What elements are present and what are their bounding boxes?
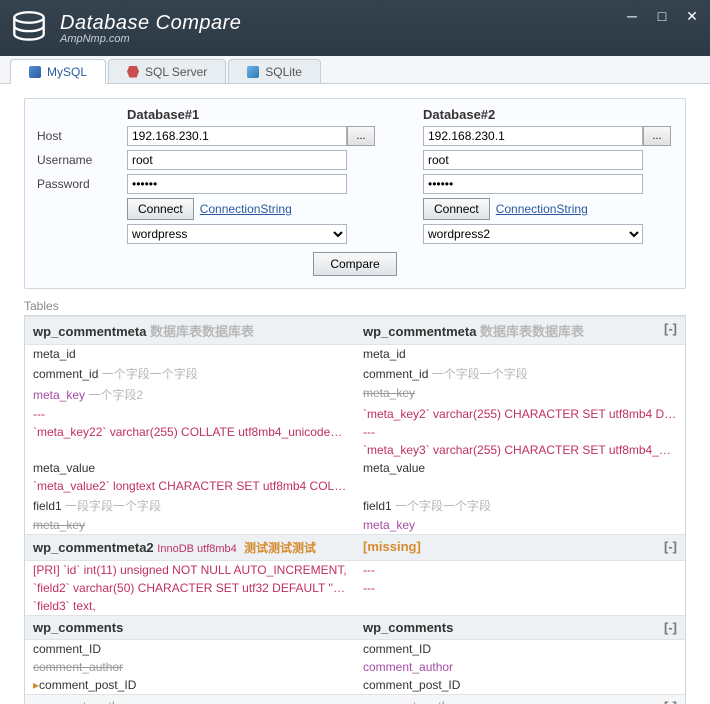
close-button[interactable]: ✕	[678, 6, 706, 26]
field-changed: meta_key	[33, 388, 85, 402]
collapse-toggle[interactable]: [-]	[664, 620, 677, 635]
db1-pass-input[interactable]	[127, 174, 347, 194]
password-label: Password	[37, 177, 127, 191]
table-row: wp_commentmeta 数据库表数据库表 wp_commentmeta 数…	[25, 316, 685, 345]
db1-host-input[interactable]	[127, 126, 347, 146]
app-title: Database Compare	[60, 12, 241, 35]
field: meta_id	[25, 345, 355, 363]
table-name: wp_commentmeta	[33, 324, 146, 339]
field: meta_value	[355, 459, 685, 477]
field-changed: meta_key	[355, 516, 685, 534]
table-comment: 数据库表数据库表	[150, 324, 254, 339]
tab-sqlserver[interactable]: SQL Server	[108, 59, 226, 83]
db1-host-browse[interactable]: ...	[347, 126, 375, 146]
table-comment: 数据库表数据库表	[480, 324, 584, 339]
field: comment_id	[363, 367, 428, 381]
db2-connect-button[interactable]: Connect	[423, 198, 490, 220]
db1-connect-button[interactable]: Connect	[127, 198, 194, 220]
tables-results: wp_commentmeta 数据库表数据库表 wp_commentmeta 数…	[24, 315, 686, 704]
username-label: Username	[37, 153, 127, 167]
collapse-toggle[interactable]: [-]	[664, 321, 677, 336]
compare-button[interactable]: Compare	[313, 252, 396, 276]
app-logo	[8, 7, 50, 49]
field: comment_post_ID	[39, 678, 136, 692]
db2-host-browse[interactable]: ...	[643, 126, 671, 146]
diff-sep: ---	[355, 579, 685, 597]
table-comment: 测试测试测试	[244, 541, 316, 555]
tables-section-label: Tables	[24, 299, 686, 313]
field: comment_ID	[25, 640, 355, 658]
field-comment: 一个字段一个字段	[102, 367, 198, 381]
collapse-toggle[interactable]: [-]	[664, 699, 677, 704]
db1-schema-select[interactable]: wordpress	[127, 224, 347, 244]
db2-host-input[interactable]	[423, 126, 643, 146]
db1-user-input[interactable]	[127, 150, 347, 170]
field: comment_id	[33, 367, 98, 381]
diff-line: `field2` varchar(50) CHARACTER SET utf32…	[25, 579, 355, 597]
db-type-tabs: MySQL SQL Server SQLite	[0, 56, 710, 84]
field: field1	[363, 499, 392, 513]
field-comment: 一段字段一个字段	[65, 499, 161, 513]
field: comment_ID	[355, 640, 685, 658]
table-row: wp_commentmeta2 InnoDB utf8mb4 测试测试测试 [m…	[25, 534, 685, 561]
db2-schema-select[interactable]: wordpress2	[423, 224, 643, 244]
connection-panel: Database#1 Database#2 Host ... ... Usern…	[24, 98, 686, 289]
diff-line: `meta_key2` varchar(255) CHARACTER SET u…	[355, 405, 685, 423]
table-name: wp_commentmeta2	[33, 540, 154, 555]
table-engine: InnoDB utf8mb4	[157, 543, 237, 555]
sqlite-icon	[247, 66, 259, 78]
db2-header: Database#2	[423, 107, 643, 122]
tab-sqlite-label: SQLite	[265, 65, 302, 79]
db1-connstr-link[interactable]: ConnectionString	[200, 202, 292, 216]
field-removed: comment_author	[25, 658, 355, 676]
tab-sqlserver-label: SQL Server	[145, 65, 207, 79]
field-comment: 一个字段一个字段	[395, 499, 491, 513]
table-missing: [missing]	[363, 539, 421, 554]
table-name: wp_comments	[25, 616, 355, 639]
field-comment: 一个字段一个字段	[432, 367, 528, 381]
field: meta_id	[355, 345, 685, 363]
table-name: wp_commentmeta	[363, 324, 476, 339]
diff-line: `meta_key3` varchar(255) CHARACTER SET u…	[355, 441, 685, 459]
db1-header: Database#1	[127, 107, 347, 122]
field-removed: meta_key	[25, 516, 355, 534]
main-content[interactable]: Database#1 Database#2 Host ... ... Usern…	[0, 84, 710, 704]
minimize-button[interactable]: ─	[618, 6, 646, 26]
field-removed: comment_author[-]	[355, 695, 685, 704]
diff-sep: ---	[355, 561, 685, 579]
diff-line: `field3` text,	[25, 597, 355, 615]
sqlserver-icon	[127, 66, 139, 78]
diff-line: [PRI] `id` int(11) unsigned NOT NULL AUT…	[25, 561, 355, 579]
maximize-button[interactable]: □	[648, 6, 676, 26]
mysql-icon	[29, 66, 41, 78]
db2-user-input[interactable]	[423, 150, 643, 170]
field-comment: 一个字段2	[88, 388, 143, 402]
db2-pass-input[interactable]	[423, 174, 643, 194]
table-name: wp_comments	[363, 620, 453, 635]
tab-sqlite[interactable]: SQLite	[228, 59, 321, 83]
field: meta_value	[25, 459, 355, 477]
table-row: wp_comments wp_comments [-]	[25, 615, 685, 640]
diff-sep: ---	[25, 405, 355, 423]
field: comment_post_ID	[355, 676, 685, 694]
diff-sep: ---	[355, 423, 685, 441]
field-removed: meta_key	[355, 384, 685, 405]
field: field1	[33, 499, 62, 513]
tab-mysql-label: MySQL	[47, 65, 87, 79]
collapse-toggle[interactable]: [-]	[664, 539, 677, 554]
field-changed: comment_author	[355, 658, 685, 676]
host-label: Host	[37, 129, 127, 143]
db2-connstr-link[interactable]: ConnectionString	[496, 202, 588, 216]
diff-line: `meta_value2` longtext CHARACTER SET utf…	[25, 477, 355, 495]
field-removed: comment_author	[25, 695, 355, 704]
diff-line: `meta_key22` varchar(255) COLLATE utf8mb…	[25, 423, 355, 441]
tab-mysql[interactable]: MySQL	[10, 59, 106, 84]
